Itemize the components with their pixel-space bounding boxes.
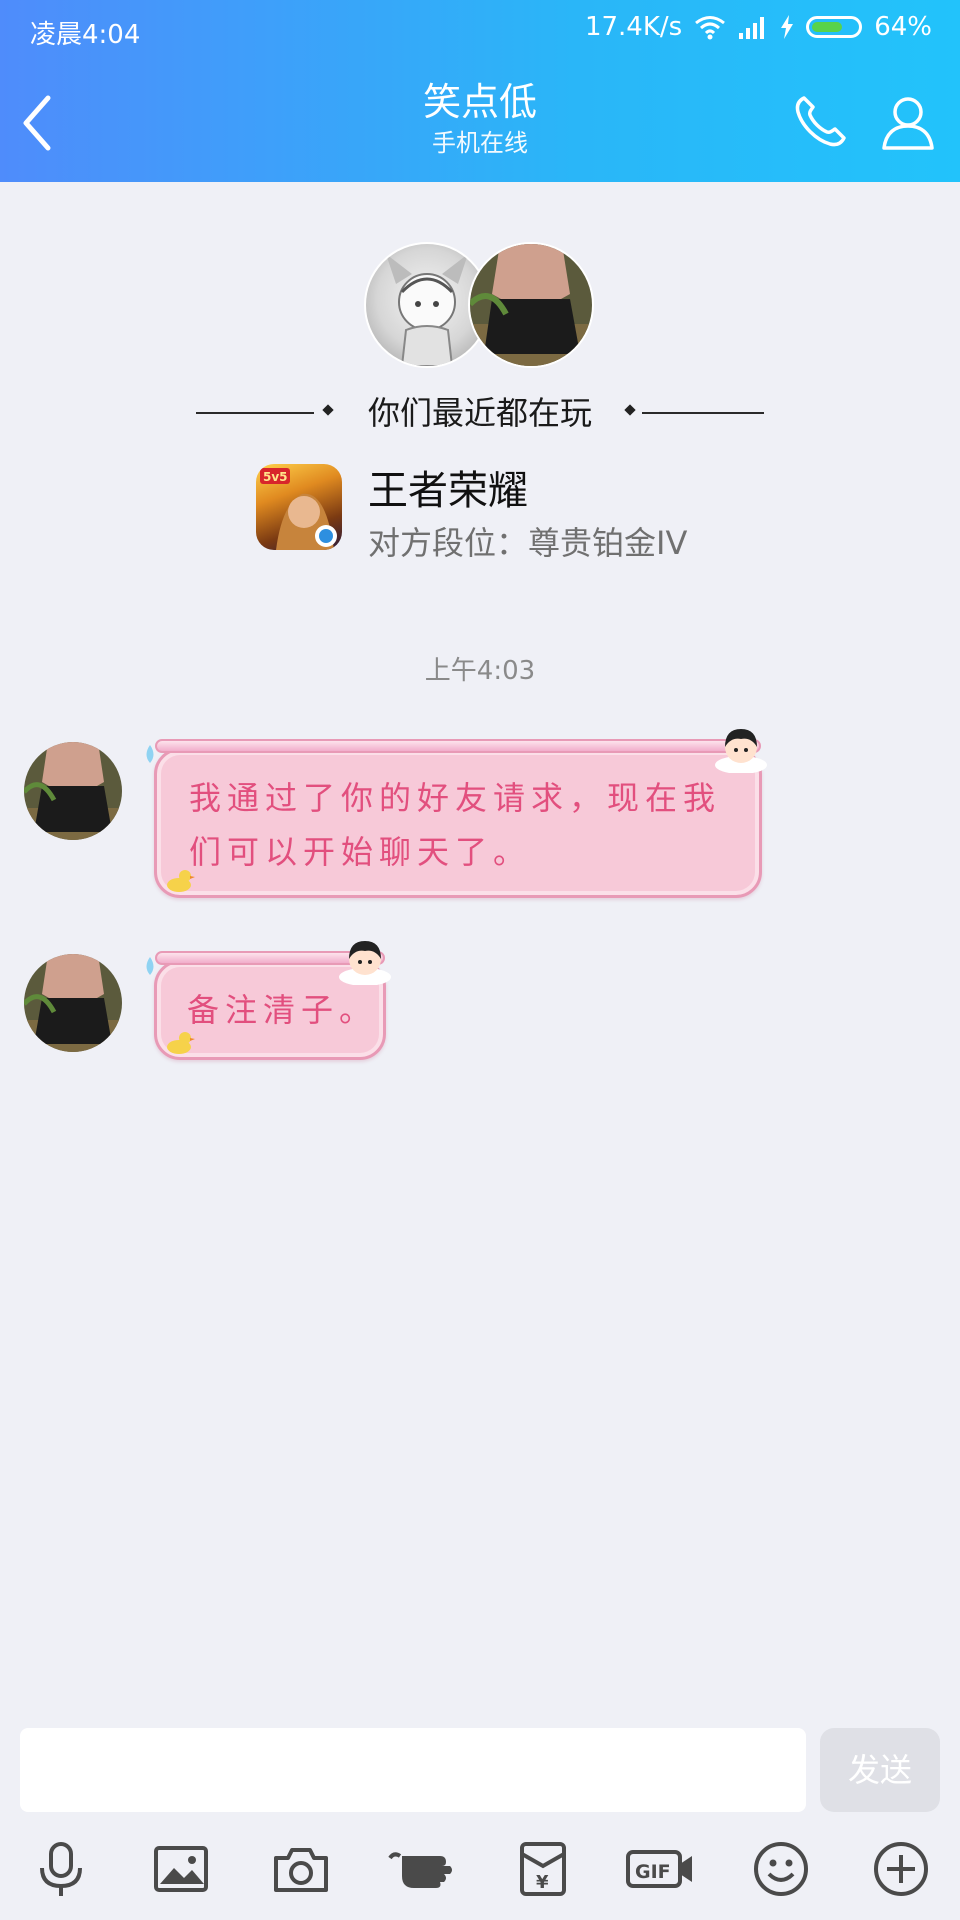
poke-icon[interactable] bbox=[386, 1840, 458, 1898]
sender-avatar[interactable] bbox=[24, 954, 122, 1052]
friend-avatar[interactable] bbox=[468, 242, 594, 368]
duck-sticker-icon bbox=[167, 870, 195, 892]
game-name[interactable]: 王者荣耀 bbox=[368, 458, 528, 516]
message-timestamp: 上午4:03 bbox=[424, 656, 536, 686]
svg-text:¥: ¥ bbox=[536, 1872, 549, 1893]
friends-avatars bbox=[364, 242, 594, 368]
image-icon[interactable] bbox=[152, 1840, 210, 1898]
signal-icon bbox=[739, 17, 765, 39]
message-text: 备注清子。 bbox=[187, 991, 378, 1029]
duck-sticker-icon bbox=[167, 1032, 195, 1054]
recently-playing-heading: 你们最近都在玩 bbox=[367, 394, 592, 432]
send-button[interactable]: 发送 bbox=[820, 1728, 940, 1812]
message-text: 我通过了你的好友请求，现在我 bbox=[189, 779, 722, 817]
message-input[interactable] bbox=[20, 1728, 806, 1812]
girl-sticker-icon bbox=[339, 941, 391, 985]
message-bubble[interactable]: 我通过了你的好友请求，现在我 们可以开始聊天了。 bbox=[146, 729, 767, 898]
girl-sticker-icon bbox=[715, 729, 767, 773]
charging-icon bbox=[781, 15, 794, 39]
red-packet-icon[interactable]: ¥ bbox=[514, 1840, 572, 1898]
battery-percent: 64% bbox=[874, 12, 932, 42]
plus-icon[interactable] bbox=[872, 1840, 930, 1898]
divider-right bbox=[642, 412, 764, 414]
water-drop-icon bbox=[146, 745, 154, 763]
svg-text:5v5: 5v5 bbox=[263, 470, 288, 484]
phone-icon[interactable] bbox=[790, 92, 850, 152]
status-time: 凌晨4:04 bbox=[30, 20, 141, 50]
profile-icon[interactable] bbox=[880, 92, 936, 152]
game-app-icon[interactable]: 5v5 bbox=[256, 464, 342, 550]
water-drop-icon bbox=[146, 957, 154, 975]
message-text: 们可以开始聊天了。 bbox=[189, 833, 532, 871]
emoji-icon[interactable] bbox=[752, 1840, 810, 1898]
gif-icon[interactable]: GIF bbox=[626, 1840, 696, 1898]
camera-icon[interactable] bbox=[272, 1840, 330, 1898]
sender-avatar[interactable] bbox=[24, 742, 122, 840]
microphone-icon[interactable] bbox=[32, 1840, 90, 1898]
opponent-rank: 对方段位：尊贵铂金IV bbox=[368, 524, 688, 562]
chat-header: 凌晨4:04 17.4K/s 64% 笑点低 手机在线 bbox=[0, 0, 960, 182]
battery-icon bbox=[806, 16, 863, 38]
message-bubble[interactable]: 备注清子。 bbox=[146, 941, 391, 1060]
status-bar: 凌晨4:04 17.4K/s 64% bbox=[0, 0, 960, 60]
network-speed: 17.4K/s bbox=[584, 12, 683, 42]
status-indicators: 17.4K/s 64% bbox=[585, 12, 932, 42]
wifi-icon bbox=[695, 16, 726, 40]
svg-text:GIF: GIF bbox=[635, 1861, 671, 1883]
